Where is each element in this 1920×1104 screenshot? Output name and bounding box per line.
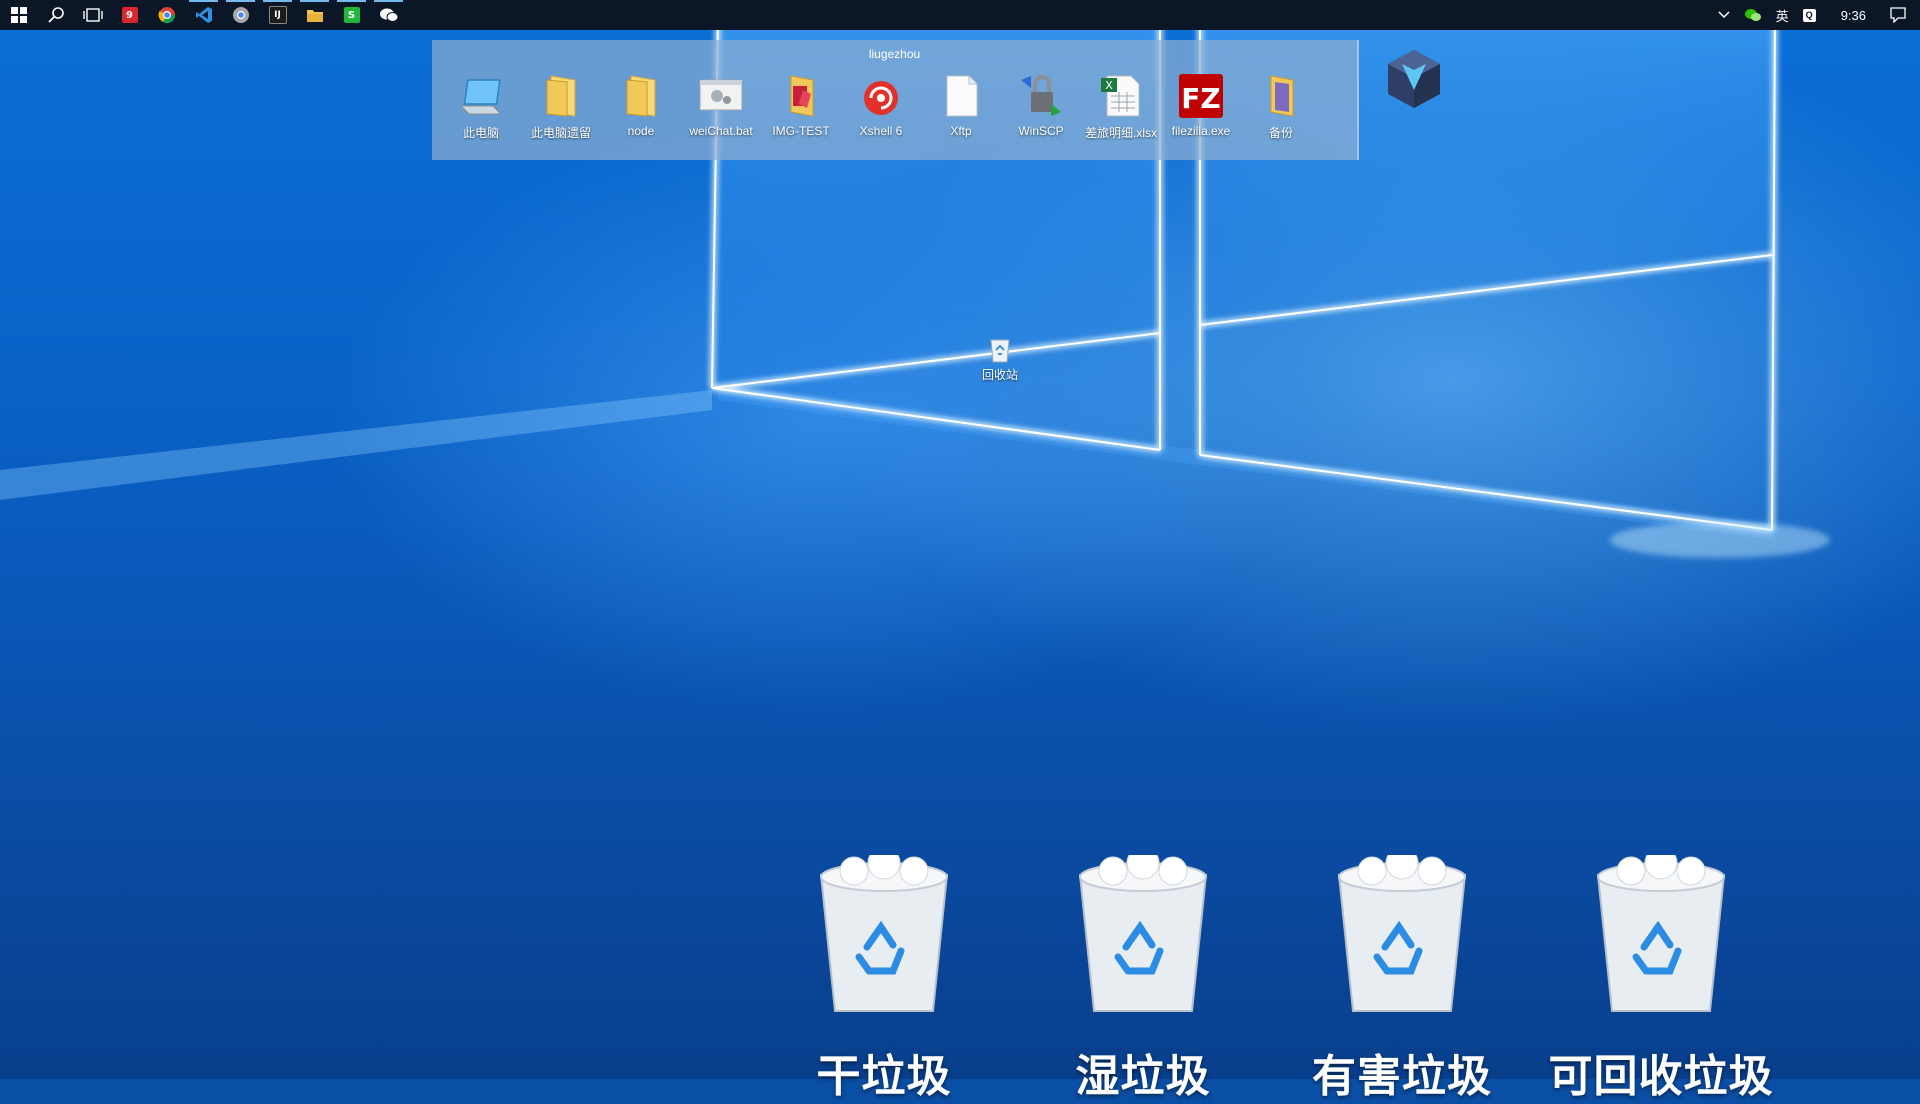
folder-icon bbox=[617, 72, 665, 120]
computer-icon bbox=[457, 72, 505, 120]
svg-text:FZ: FZ bbox=[1181, 82, 1220, 115]
desktop-fence: liugezhou 此电脑 此电脑遗留 node weiChat.bat IMG… bbox=[432, 40, 1359, 160]
app-red-icon[interactable]: 9 bbox=[111, 0, 148, 30]
folder-pdf-icon bbox=[777, 72, 825, 120]
recycle-bin-icon bbox=[1337, 855, 1467, 1012]
recycle-bin-icon bbox=[960, 336, 1040, 366]
app-tray-icon[interactable]: Q bbox=[1796, 0, 1823, 30]
fence-title[interactable]: liugezhou bbox=[432, 47, 1357, 61]
chrome-icon[interactable] bbox=[148, 0, 185, 30]
file-explorer-icon[interactable] bbox=[296, 0, 333, 30]
fence-item-this-pc[interactable]: 此电脑 bbox=[441, 72, 521, 152]
bin-label: 可回收垃圾 bbox=[1548, 1051, 1774, 1102]
recycle-bin-icon bbox=[819, 855, 949, 1012]
bin-wet-waste[interactable]: 湿垃圾 bbox=[1033, 855, 1253, 1102]
recycle-bin-icon bbox=[1596, 855, 1726, 1012]
taskbar: 9 IJ S 英 Q 9:36 bbox=[0, 0, 1920, 30]
excel-file-icon: X bbox=[1097, 72, 1145, 120]
batch-file-icon bbox=[697, 72, 745, 120]
fence-item-filezilla[interactable]: FZ filezilla.exe bbox=[1161, 72, 1241, 152]
cube-widget-icon[interactable] bbox=[1386, 48, 1442, 114]
bin-label: 湿垃圾 bbox=[1075, 1051, 1211, 1102]
vscode-icon[interactable] bbox=[185, 0, 222, 30]
fence-item-xshell[interactable]: Xshell 6 bbox=[841, 72, 921, 152]
xshell-icon bbox=[857, 72, 905, 120]
fence-item-img-test[interactable]: IMG-TEST bbox=[761, 72, 841, 152]
chrome-alt-icon[interactable] bbox=[222, 0, 259, 30]
fence-item-weichat-bat[interactable]: weiChat.bat bbox=[681, 72, 761, 152]
green-app-icon[interactable]: S bbox=[333, 0, 370, 30]
bin-label: 干垃圾 bbox=[816, 1051, 952, 1102]
wechat-tray-icon[interactable] bbox=[1737, 0, 1769, 30]
search-icon[interactable] bbox=[37, 0, 74, 30]
action-center-icon[interactable] bbox=[1884, 0, 1920, 30]
chevron-up-icon[interactable] bbox=[1711, 0, 1737, 30]
fence-item-winscp[interactable]: WinSCP bbox=[1001, 72, 1081, 152]
bin-dry-waste[interactable]: 干垃圾 bbox=[774, 855, 994, 1102]
folder-backup-icon bbox=[1257, 72, 1305, 120]
fence-item-travel-xlsx[interactable]: X 差旅明细.xlsx bbox=[1081, 72, 1161, 152]
fence-item-xftp[interactable]: Xftp bbox=[921, 72, 1001, 152]
windows-start-icon[interactable] bbox=[0, 0, 37, 30]
clock-time[interactable]: 9:36 bbox=[1823, 0, 1884, 30]
fence-item-node[interactable]: node bbox=[601, 72, 681, 152]
winscp-icon bbox=[1017, 72, 1065, 120]
task-view-icon[interactable] bbox=[74, 0, 111, 30]
folder-icon bbox=[537, 72, 585, 120]
wechat-icon[interactable] bbox=[370, 0, 407, 30]
bin-hazardous-waste[interactable]: 有害垃圾 bbox=[1292, 855, 1512, 1102]
filezilla-icon: FZ bbox=[1177, 72, 1225, 120]
ime-indicator[interactable]: 英 bbox=[1769, 0, 1796, 30]
fence-item-pc-leftover[interactable]: 此电脑遗留 bbox=[521, 72, 601, 152]
svg-text:X: X bbox=[1105, 79, 1113, 92]
fence-item-backup[interactable]: 备份 bbox=[1241, 72, 1321, 152]
recycle-bin-icon bbox=[1078, 855, 1208, 1012]
bin-label: 有害垃圾 bbox=[1312, 1051, 1492, 1102]
bin-recyclable-waste[interactable]: 可回收垃圾 bbox=[1549, 855, 1773, 1102]
desktop-recycle-bin[interactable]: 回收站 bbox=[960, 336, 1040, 383]
intellij-icon[interactable]: IJ bbox=[259, 0, 296, 30]
system-tray: 英 Q 9:36 bbox=[1711, 0, 1920, 30]
blank-file-icon bbox=[937, 72, 985, 120]
